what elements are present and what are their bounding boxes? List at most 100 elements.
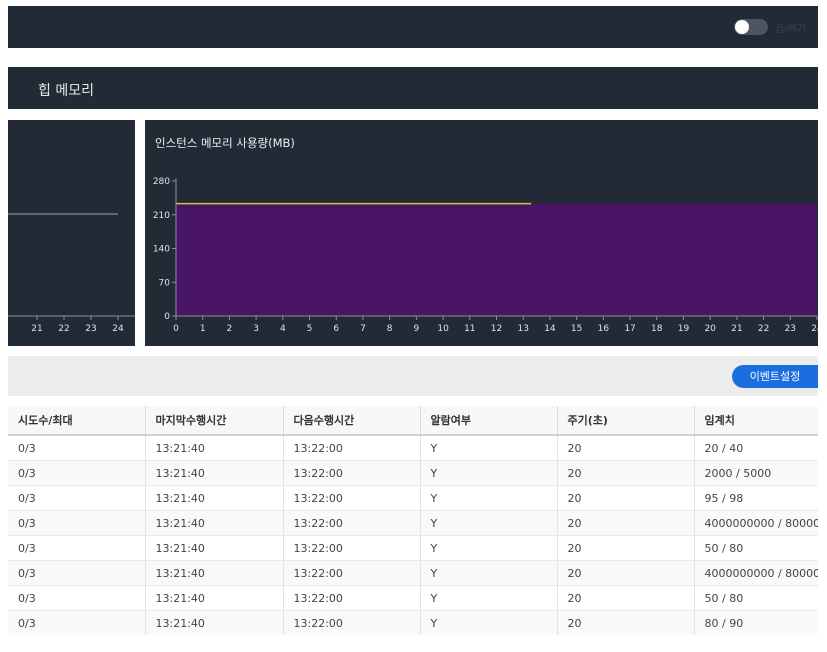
table-cell: 13:22:00 (283, 560, 421, 586)
table-cell: 13:21:40 (145, 485, 284, 511)
table-header-cell[interactable]: 시도수/최대 (8, 406, 146, 436)
table-cell: 0/3 (8, 510, 146, 536)
table-cell: Y (420, 510, 558, 536)
x-tick-label: 23 (785, 324, 796, 334)
table-cell: Y (420, 535, 558, 561)
table-row[interactable]: 0/3 13:21:40 13:22:00 Y 20 4000000000 / 80000 (8, 560, 818, 586)
table-header-cell[interactable]: 주기(초) (557, 406, 695, 436)
x-tick-label: 7 (360, 324, 366, 334)
left-chart-svg: 21 22 23 24 (8, 213, 135, 334)
table-cell: 13:22:00 (283, 535, 421, 561)
table-cell: 20 (557, 510, 695, 536)
table-cell: Y (420, 435, 558, 461)
x-tick-label: 1 (200, 324, 206, 334)
table-row[interactable]: 0/3 13:21:40 13:22:00 Y 20 95 / 98 (8, 485, 818, 511)
table-cell: 80 / 90 (694, 610, 818, 635)
x-tick-label: 20 (704, 324, 716, 334)
y-tick-label: 140 (153, 245, 170, 255)
table-cell: 0/3 (8, 460, 146, 486)
x-tick-label: 6 (333, 324, 339, 334)
table-row[interactable]: 0/3 13:21:40 13:22:00 Y 20 80 / 90 (8, 610, 818, 635)
left-x-tick-label: 22 (58, 324, 69, 334)
table-cell: 20 (557, 485, 695, 511)
schedule-table-container: 시도수/최대 마지막수행시간 다음수행시간 알람여부 주기(초) 임계치 0/3 13:21… (8, 406, 818, 635)
y-tick-label: 210 (153, 211, 170, 221)
table-header-cell[interactable]: 다음수행시간 (283, 406, 421, 436)
memory-area (176, 203, 817, 316)
table-cell: 4000000000 / 80000 (694, 560, 818, 586)
table-cell: Y (420, 610, 558, 635)
table-cell: 0/3 (8, 610, 146, 635)
toggle-knob (735, 20, 749, 34)
table-cell: 20 / 40 (694, 435, 818, 461)
table-row[interactable]: 0/3 13:21:40 13:22:00 Y 20 2000 / 5000 (8, 460, 818, 486)
table-cell: Y (420, 585, 558, 611)
table-cell: 0/3 (8, 485, 146, 511)
x-tick-label: 15 (571, 324, 582, 334)
x-tick-label: 24 (811, 324, 818, 334)
table-header-row: 시도수/최대 마지막수행시간 다음수행시간 알람여부 주기(초) 임계치 (8, 406, 818, 436)
table-cell: 50 / 80 (694, 585, 818, 611)
table-cell: 13:21:40 (145, 535, 284, 561)
toggle-label: 끔/켜기 (775, 24, 806, 35)
section-title: 힙 메모리 (38, 83, 94, 99)
table-header-cell[interactable]: 마지막수행시간 (145, 406, 284, 436)
x-tick-label: 22 (758, 324, 769, 334)
table-cell: Y (420, 560, 558, 586)
table-cell: 4000000000 / 80000 (694, 510, 818, 536)
table-cell: 13:22:00 (283, 610, 421, 635)
table-cell: 0/3 (8, 585, 146, 611)
schedule-table: 시도수/최대 마지막수행시간 다음수행시간 알람여부 주기(초) 임계치 0/3 13:21… (8, 406, 818, 635)
table-cell: 13:22:00 (283, 585, 421, 611)
x-tick-label: 3 (253, 324, 259, 334)
y-tick-label: 70 (159, 278, 171, 288)
table-cell: 95 / 98 (694, 485, 818, 511)
table-cell: 13:22:00 (283, 485, 421, 511)
table-cell: 13:22:00 (283, 510, 421, 536)
table-header-cell[interactable]: 임계치 (694, 406, 818, 436)
x-tick-label: 17 (624, 324, 635, 334)
y-tick-label: 280 (153, 177, 170, 187)
left-x-tick-label: 21 (31, 324, 42, 334)
table-cell: 13:22:00 (283, 435, 421, 461)
table-row[interactable]: 0/3 13:21:40 13:22:00 Y 20 50 / 80 (8, 535, 818, 561)
x-tick-label: 5 (307, 324, 313, 334)
table-cell: 13:22:00 (283, 460, 421, 486)
table-toolbar: 이벤트설정 (8, 356, 818, 396)
table-cell: 13:21:40 (145, 435, 284, 461)
table-row[interactable]: 0/3 13:21:40 13:22:00 Y 20 50 / 80 (8, 585, 818, 611)
x-tick-label: 0 (173, 324, 179, 334)
left-x-tick-label: 24 (112, 324, 124, 334)
table-cell: Y (420, 460, 558, 486)
chart-title: 인스턴스 메모리 사용량(MB) (155, 136, 295, 150)
x-tick-label: 16 (598, 324, 610, 334)
x-tick-label: 12 (491, 324, 502, 334)
table-header-cell[interactable]: 알람여부 (420, 406, 558, 436)
table-cell: 2000 / 5000 (694, 460, 818, 486)
table-cell: 20 (557, 460, 695, 486)
event-settings-button[interactable]: 이벤트설정 (732, 365, 818, 388)
x-tick-label: 14 (544, 324, 556, 334)
table-row[interactable]: 0/3 13:21:40 13:22:00 Y 20 20 / 40 (8, 435, 818, 461)
y-tick-label: 0 (164, 312, 170, 322)
table-cell: 0/3 (8, 435, 146, 461)
x-tick-label: 8 (387, 324, 393, 334)
table-row[interactable]: 0/3 13:21:40 13:22:00 Y 20 4000000000 / 80000 (8, 510, 818, 536)
table-cell: 13:21:40 (145, 585, 284, 611)
table-cell: 20 (557, 435, 695, 461)
table-cell: 20 (557, 610, 695, 635)
x-tick-label: 18 (651, 324, 663, 334)
x-tick-label: 4 (280, 324, 286, 334)
table-cell: 0/3 (8, 535, 146, 561)
table-cell: 50 / 80 (694, 535, 818, 561)
x-tick-label: 10 (437, 324, 449, 334)
table-cell: Y (420, 485, 558, 511)
toggle-switch[interactable] (734, 19, 768, 35)
table-cell: 13:21:40 (145, 610, 284, 635)
table-cell: 20 (557, 535, 695, 561)
left-chart-panel: 21 22 23 24 (8, 120, 135, 346)
table-cell: 13:21:40 (145, 460, 284, 486)
x-tick-label: 11 (464, 324, 475, 334)
memory-chart-panel: 인스턴스 메모리 사용량(MB) 0 70 140 210 280 0 1 2 3 4 5 6 7 8 9 1… (145, 120, 818, 346)
table-body: 0/3 13:21:40 13:22:00 Y 20 20 / 40 0/3 13:21:40… (8, 435, 818, 635)
